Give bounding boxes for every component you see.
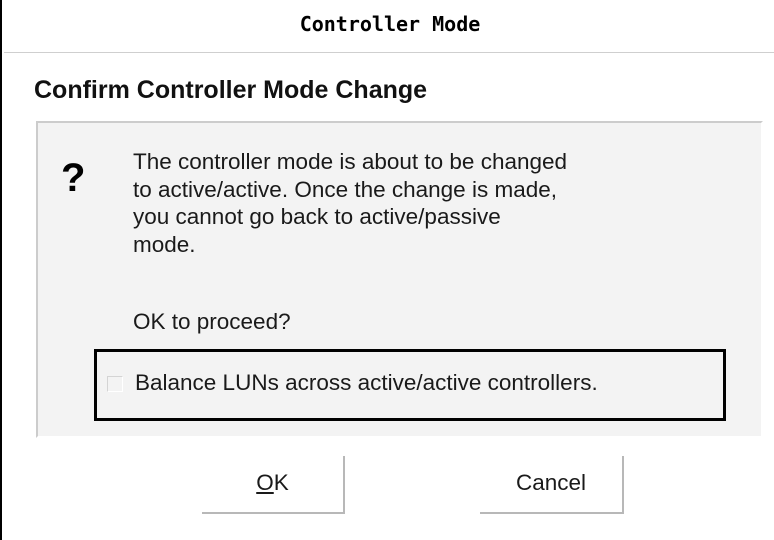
ok-button[interactable]: OK	[202, 456, 345, 514]
balance-luns-checkbox-row[interactable]: Balance LUNs across active/active contro…	[94, 349, 726, 421]
question-mark-icon: ?	[61, 156, 86, 200]
balance-luns-checkbox-label[interactable]: Balance LUNs across active/active contro…	[135, 370, 598, 396]
message-line: you cannot go back to active/passive	[133, 204, 501, 229]
message-line: mode.	[133, 231, 196, 257]
window-title: Controller Mode	[299, 12, 481, 36]
controller-mode-dialog: Controller Mode Confirm Controller Mode …	[0, 0, 774, 540]
dialog-heading: Confirm Controller Mode Change	[34, 76, 428, 104]
proceed-prompt: OK to proceed?	[133, 309, 291, 334]
balance-luns-checkbox[interactable]	[107, 376, 123, 392]
cancel-button[interactable]: Cancel	[480, 456, 624, 514]
ok-label-rest: K	[273, 470, 289, 495]
message-line: The controller mode is about to be chang…	[133, 149, 568, 174]
message-line: to active/active. Once the change is mad…	[133, 176, 557, 202]
ok-mnemonic: O	[256, 470, 274, 495]
confirmation-message: The controller mode is about to be chang…	[133, 148, 693, 258]
title-bar[interactable]: Controller Mode	[4, 0, 774, 53]
